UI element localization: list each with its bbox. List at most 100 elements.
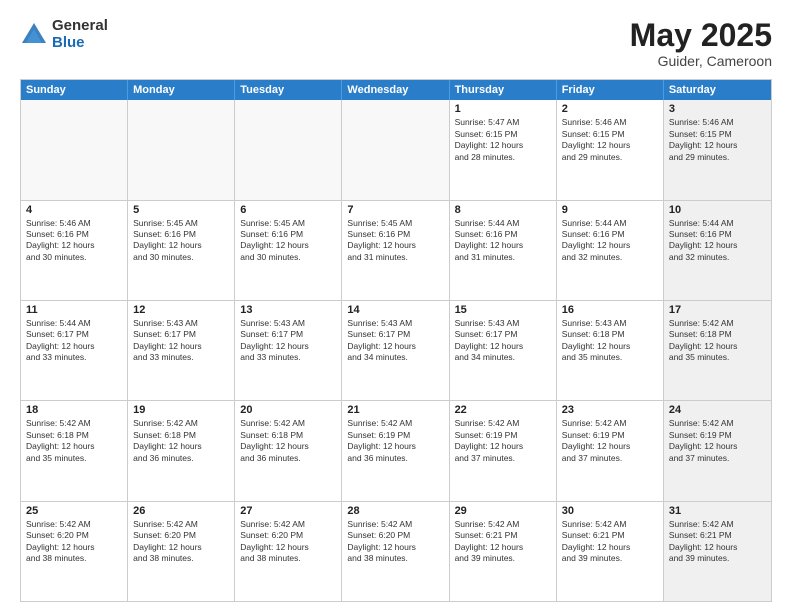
day-number: 17 [669, 304, 766, 316]
cal-cell-3: 3 Sunrise: 5:46 AM Sunset: 6:15 PM Daylig… [664, 100, 771, 199]
cal-cell-29: 29 Sunrise: 5:42 AM Sunset: 6:21 PM Dayli… [450, 502, 557, 601]
day-number: 21 [347, 404, 443, 416]
cell-info: Sunrise: 5:42 AM Sunset: 6:19 PM Dayligh… [562, 418, 658, 464]
header-day-thursday: Thursday [450, 80, 557, 100]
cell-info: Sunrise: 5:42 AM Sunset: 6:20 PM Dayligh… [26, 519, 122, 565]
cell-info: Sunrise: 5:47 AM Sunset: 6:15 PM Dayligh… [455, 117, 551, 163]
day-number: 7 [347, 204, 443, 216]
cell-info: Sunrise: 5:42 AM Sunset: 6:21 PM Dayligh… [562, 519, 658, 565]
cal-cell-21: 21Sunrise: 5:42 AM Sunset: 6:19 PM Dayli… [342, 401, 449, 500]
cal-cell-27: 27 Sunrise: 5:42 AM Sunset: 6:20 PM Dayli… [235, 502, 342, 601]
cell-info: Sunrise: 5:42 AM Sunset: 6:19 PM Dayligh… [669, 418, 766, 464]
day-number: 14 [347, 304, 443, 316]
day-number: 18 [26, 404, 122, 416]
day-number: 1 [455, 103, 551, 115]
day-number: 10 [669, 204, 766, 216]
cal-cell-empty-0-3 [342, 100, 449, 199]
day-number: 15 [455, 304, 551, 316]
cal-cell-23: 23 Sunrise: 5:42 AM Sunset: 6:19 PM Dayli… [557, 401, 664, 500]
cell-info: Sunrise: 5:44 AM Sunset: 6:16 PM Dayligh… [669, 218, 766, 264]
day-number: 3 [669, 103, 766, 115]
cal-cell-28: 28 Sunrise: 5:42 AM Sunset: 6:20 PM Dayli… [342, 502, 449, 601]
day-number: 4 [26, 204, 122, 216]
day-number: 5 [133, 204, 229, 216]
title-block: May 2025 Guider, Cameroon [630, 18, 772, 69]
cal-cell-24: 24 Sunrise: 5:42 AM Sunset: 6:19 PM Dayli… [664, 401, 771, 500]
cal-cell-empty-0-0 [21, 100, 128, 199]
day-number: 24 [669, 404, 766, 416]
calendar-header: SundayMondayTuesdayWednesdayThursdayFrid… [21, 80, 771, 100]
cal-cell-30: 30 Sunrise: 5:42 AM Sunset: 6:21 PM Dayli… [557, 502, 664, 601]
cell-info: Sunrise: 5:42 AM Sunset: 6:18 PM Dayligh… [133, 418, 229, 464]
header-day-saturday: Saturday [664, 80, 771, 100]
cal-cell-9: 9Sunrise: 5:44 AM Sunset: 6:16 PM Daylig… [557, 201, 664, 300]
cal-cell-22: 22Sunrise: 5:42 AM Sunset: 6:19 PM Dayli… [450, 401, 557, 500]
cal-cell-31: 31 Sunrise: 5:42 AM Sunset: 6:21 PM Dayli… [664, 502, 771, 601]
header-day-monday: Monday [128, 80, 235, 100]
calendar-row-4: 18 Sunrise: 5:42 AM Sunset: 6:18 PM Dayli… [21, 400, 771, 500]
cal-cell-empty-0-2 [235, 100, 342, 199]
day-number: 23 [562, 404, 658, 416]
header-day-sunday: Sunday [21, 80, 128, 100]
cal-cell-25: 25Sunrise: 5:42 AM Sunset: 6:20 PM Dayli… [21, 502, 128, 601]
cell-info: Sunrise: 5:42 AM Sunset: 6:18 PM Dayligh… [240, 418, 336, 464]
cell-info: Sunrise: 5:42 AM Sunset: 6:20 PM Dayligh… [133, 519, 229, 565]
cal-cell-8: 8 Sunrise: 5:44 AM Sunset: 6:16 PM Daylig… [450, 201, 557, 300]
cell-info: Sunrise: 5:44 AM Sunset: 6:17 PM Dayligh… [26, 318, 122, 364]
logo-text: General Blue [52, 18, 108, 51]
cell-info: Sunrise: 5:42 AM Sunset: 6:18 PM Dayligh… [26, 418, 122, 464]
day-number: 28 [347, 505, 443, 517]
cal-cell-17: 17Sunrise: 5:42 AM Sunset: 6:18 PM Dayli… [664, 301, 771, 400]
cell-info: Sunrise: 5:44 AM Sunset: 6:16 PM Dayligh… [455, 218, 551, 264]
cell-info: Sunrise: 5:45 AM Sunset: 6:16 PM Dayligh… [347, 218, 443, 264]
day-number: 19 [133, 404, 229, 416]
day-number: 12 [133, 304, 229, 316]
cell-info: Sunrise: 5:43 AM Sunset: 6:17 PM Dayligh… [133, 318, 229, 364]
cell-info: Sunrise: 5:45 AM Sunset: 6:16 PM Dayligh… [240, 218, 336, 264]
cal-cell-1: 1 Sunrise: 5:47 AM Sunset: 6:15 PM Daylig… [450, 100, 557, 199]
cell-info: Sunrise: 5:42 AM Sunset: 6:20 PM Dayligh… [240, 519, 336, 565]
cal-cell-14: 14Sunrise: 5:43 AM Sunset: 6:17 PM Dayli… [342, 301, 449, 400]
day-number: 30 [562, 505, 658, 517]
calendar-row-3: 11 Sunrise: 5:44 AM Sunset: 6:17 PM Dayli… [21, 300, 771, 400]
header-day-tuesday: Tuesday [235, 80, 342, 100]
day-number: 13 [240, 304, 336, 316]
cal-cell-16: 16Sunrise: 5:43 AM Sunset: 6:18 PM Dayli… [557, 301, 664, 400]
cal-cell-20: 20 Sunrise: 5:42 AM Sunset: 6:18 PM Dayli… [235, 401, 342, 500]
day-number: 20 [240, 404, 336, 416]
day-number: 29 [455, 505, 551, 517]
cell-info: Sunrise: 5:42 AM Sunset: 6:21 PM Dayligh… [669, 519, 766, 565]
cell-info: Sunrise: 5:42 AM Sunset: 6:21 PM Dayligh… [455, 519, 551, 565]
cell-info: Sunrise: 5:44 AM Sunset: 6:16 PM Dayligh… [562, 218, 658, 264]
cal-cell-26: 26 Sunrise: 5:42 AM Sunset: 6:20 PM Dayli… [128, 502, 235, 601]
title-location: Guider, Cameroon [630, 53, 772, 69]
cal-cell-19: 19 Sunrise: 5:42 AM Sunset: 6:18 PM Dayli… [128, 401, 235, 500]
logo: General Blue [20, 18, 108, 51]
cell-info: Sunrise: 5:42 AM Sunset: 6:20 PM Dayligh… [347, 519, 443, 565]
day-number: 26 [133, 505, 229, 517]
cal-cell-7: 7 Sunrise: 5:45 AM Sunset: 6:16 PM Daylig… [342, 201, 449, 300]
title-month: May 2025 [630, 18, 772, 53]
cell-info: Sunrise: 5:45 AM Sunset: 6:16 PM Dayligh… [133, 218, 229, 264]
day-number: 31 [669, 505, 766, 517]
logo-blue: Blue [52, 35, 108, 52]
cal-cell-15: 15Sunrise: 5:43 AM Sunset: 6:17 PM Dayli… [450, 301, 557, 400]
day-number: 8 [455, 204, 551, 216]
calendar-row-5: 25Sunrise: 5:42 AM Sunset: 6:20 PM Dayli… [21, 501, 771, 601]
day-number: 11 [26, 304, 122, 316]
cell-info: Sunrise: 5:43 AM Sunset: 6:17 PM Dayligh… [240, 318, 336, 364]
cell-info: Sunrise: 5:42 AM Sunset: 6:19 PM Dayligh… [455, 418, 551, 464]
calendar-body: 1 Sunrise: 5:47 AM Sunset: 6:15 PM Daylig… [21, 100, 771, 601]
day-number: 27 [240, 505, 336, 517]
cell-info: Sunrise: 5:43 AM Sunset: 6:18 PM Dayligh… [562, 318, 658, 364]
cell-info: Sunrise: 5:46 AM Sunset: 6:15 PM Dayligh… [669, 117, 766, 163]
day-number: 2 [562, 103, 658, 115]
header-day-friday: Friday [557, 80, 664, 100]
cal-cell-empty-0-1 [128, 100, 235, 199]
day-number: 6 [240, 204, 336, 216]
header-day-wednesday: Wednesday [342, 80, 449, 100]
cal-cell-2: 2Sunrise: 5:46 AM Sunset: 6:15 PM Daylig… [557, 100, 664, 199]
cal-cell-11: 11 Sunrise: 5:44 AM Sunset: 6:17 PM Dayli… [21, 301, 128, 400]
calendar: SundayMondayTuesdayWednesdayThursdayFrid… [20, 79, 772, 602]
page: General Blue May 2025 Guider, Cameroon S… [0, 0, 792, 612]
